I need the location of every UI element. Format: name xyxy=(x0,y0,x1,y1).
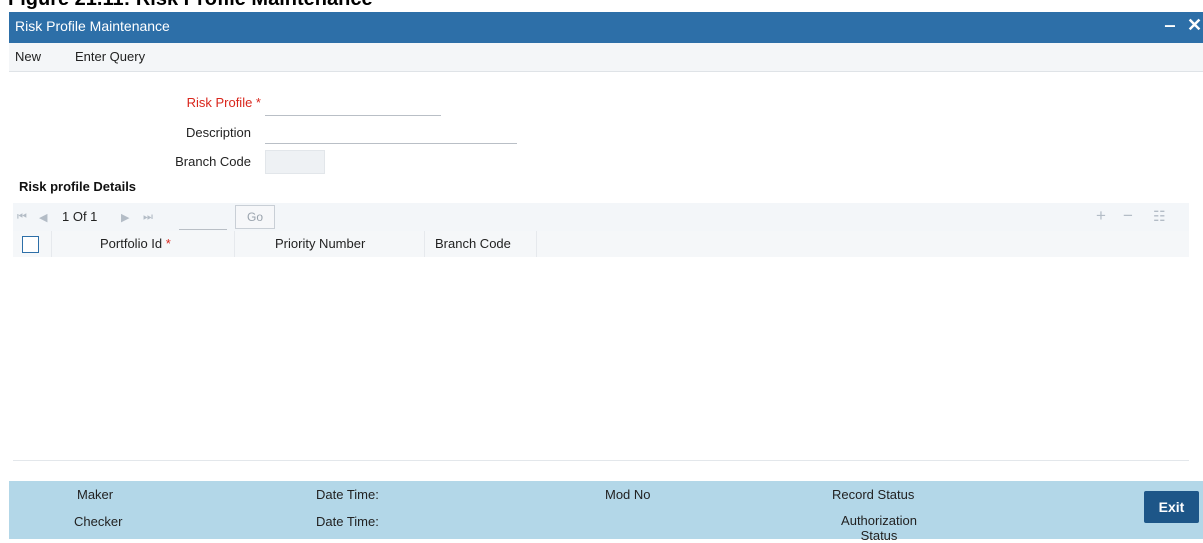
first-page-icon[interactable]: ⏮ xyxy=(17,211,27,224)
checker-date-time-label: Date Time: xyxy=(316,514,379,529)
exit-button[interactable]: Exit xyxy=(1144,491,1199,523)
menu-new[interactable]: New xyxy=(15,49,41,64)
maker-date-time-label: Date Time: xyxy=(316,487,379,502)
menu-bar: New Enter Query xyxy=(9,43,1203,72)
column-priority-number: Priority Number xyxy=(275,236,366,251)
column-portfolio-id-label: Portfolio Id xyxy=(100,236,163,251)
page-number-input[interactable] xyxy=(179,206,227,230)
menu-enter-query[interactable]: Enter Query xyxy=(75,49,145,64)
single-view-icon[interactable]: ☷ xyxy=(1153,208,1166,225)
column-portfolio-id: Portfolio Id * xyxy=(100,236,171,251)
section-title-risk-profile-details: Risk profile Details xyxy=(19,179,137,194)
column-branch-code: Branch Code xyxy=(435,236,511,251)
description-label: Description xyxy=(185,125,251,140)
window-title-bar: Risk Profile Maintenance ‒ ✕ xyxy=(9,12,1203,43)
branch-code-label: Branch Code xyxy=(175,154,251,169)
required-star: * xyxy=(165,236,171,251)
minimize-icon[interactable]: ‒ xyxy=(1165,15,1175,36)
go-button[interactable]: Go xyxy=(235,205,275,229)
previous-page-icon[interactable]: ◀ xyxy=(39,211,47,224)
last-page-icon[interactable]: ⏭ xyxy=(143,211,153,224)
grid-header: Portfolio Id * Priority Number Branch Co… xyxy=(13,231,1189,257)
window-title: Risk Profile Maintenance xyxy=(15,18,170,34)
grid-toolbar: ⏮ ◀ 1 Of 1 ▶ ⏭ Go + − ☷ xyxy=(13,203,1189,231)
mod-no-label: Mod No xyxy=(605,487,651,502)
next-page-icon[interactable]: ▶ xyxy=(121,211,129,224)
audit-footer: Maker Checker Date Time: Date Time: Mod … xyxy=(9,481,1203,543)
description-input[interactable] xyxy=(265,121,517,144)
grid-body xyxy=(13,257,1189,461)
figure-caption: Figure 21.11: Risk Profile Maintenance xyxy=(8,0,373,11)
maker-label: Maker xyxy=(77,487,114,502)
select-all-checkbox[interactable] xyxy=(22,236,39,253)
branch-code-input[interactable] xyxy=(265,150,325,174)
page-indicator: 1 Of 1 xyxy=(62,209,98,224)
checker-label: Checker xyxy=(74,514,123,529)
risk-profile-label: Risk Profile * xyxy=(186,95,261,110)
close-icon[interactable]: ✕ xyxy=(1187,15,1202,36)
risk-profile-input[interactable] xyxy=(265,93,441,116)
add-row-icon[interactable]: + xyxy=(1096,206,1106,226)
delete-row-icon[interactable]: − xyxy=(1123,206,1133,226)
record-status-label: Record Status xyxy=(832,487,915,502)
